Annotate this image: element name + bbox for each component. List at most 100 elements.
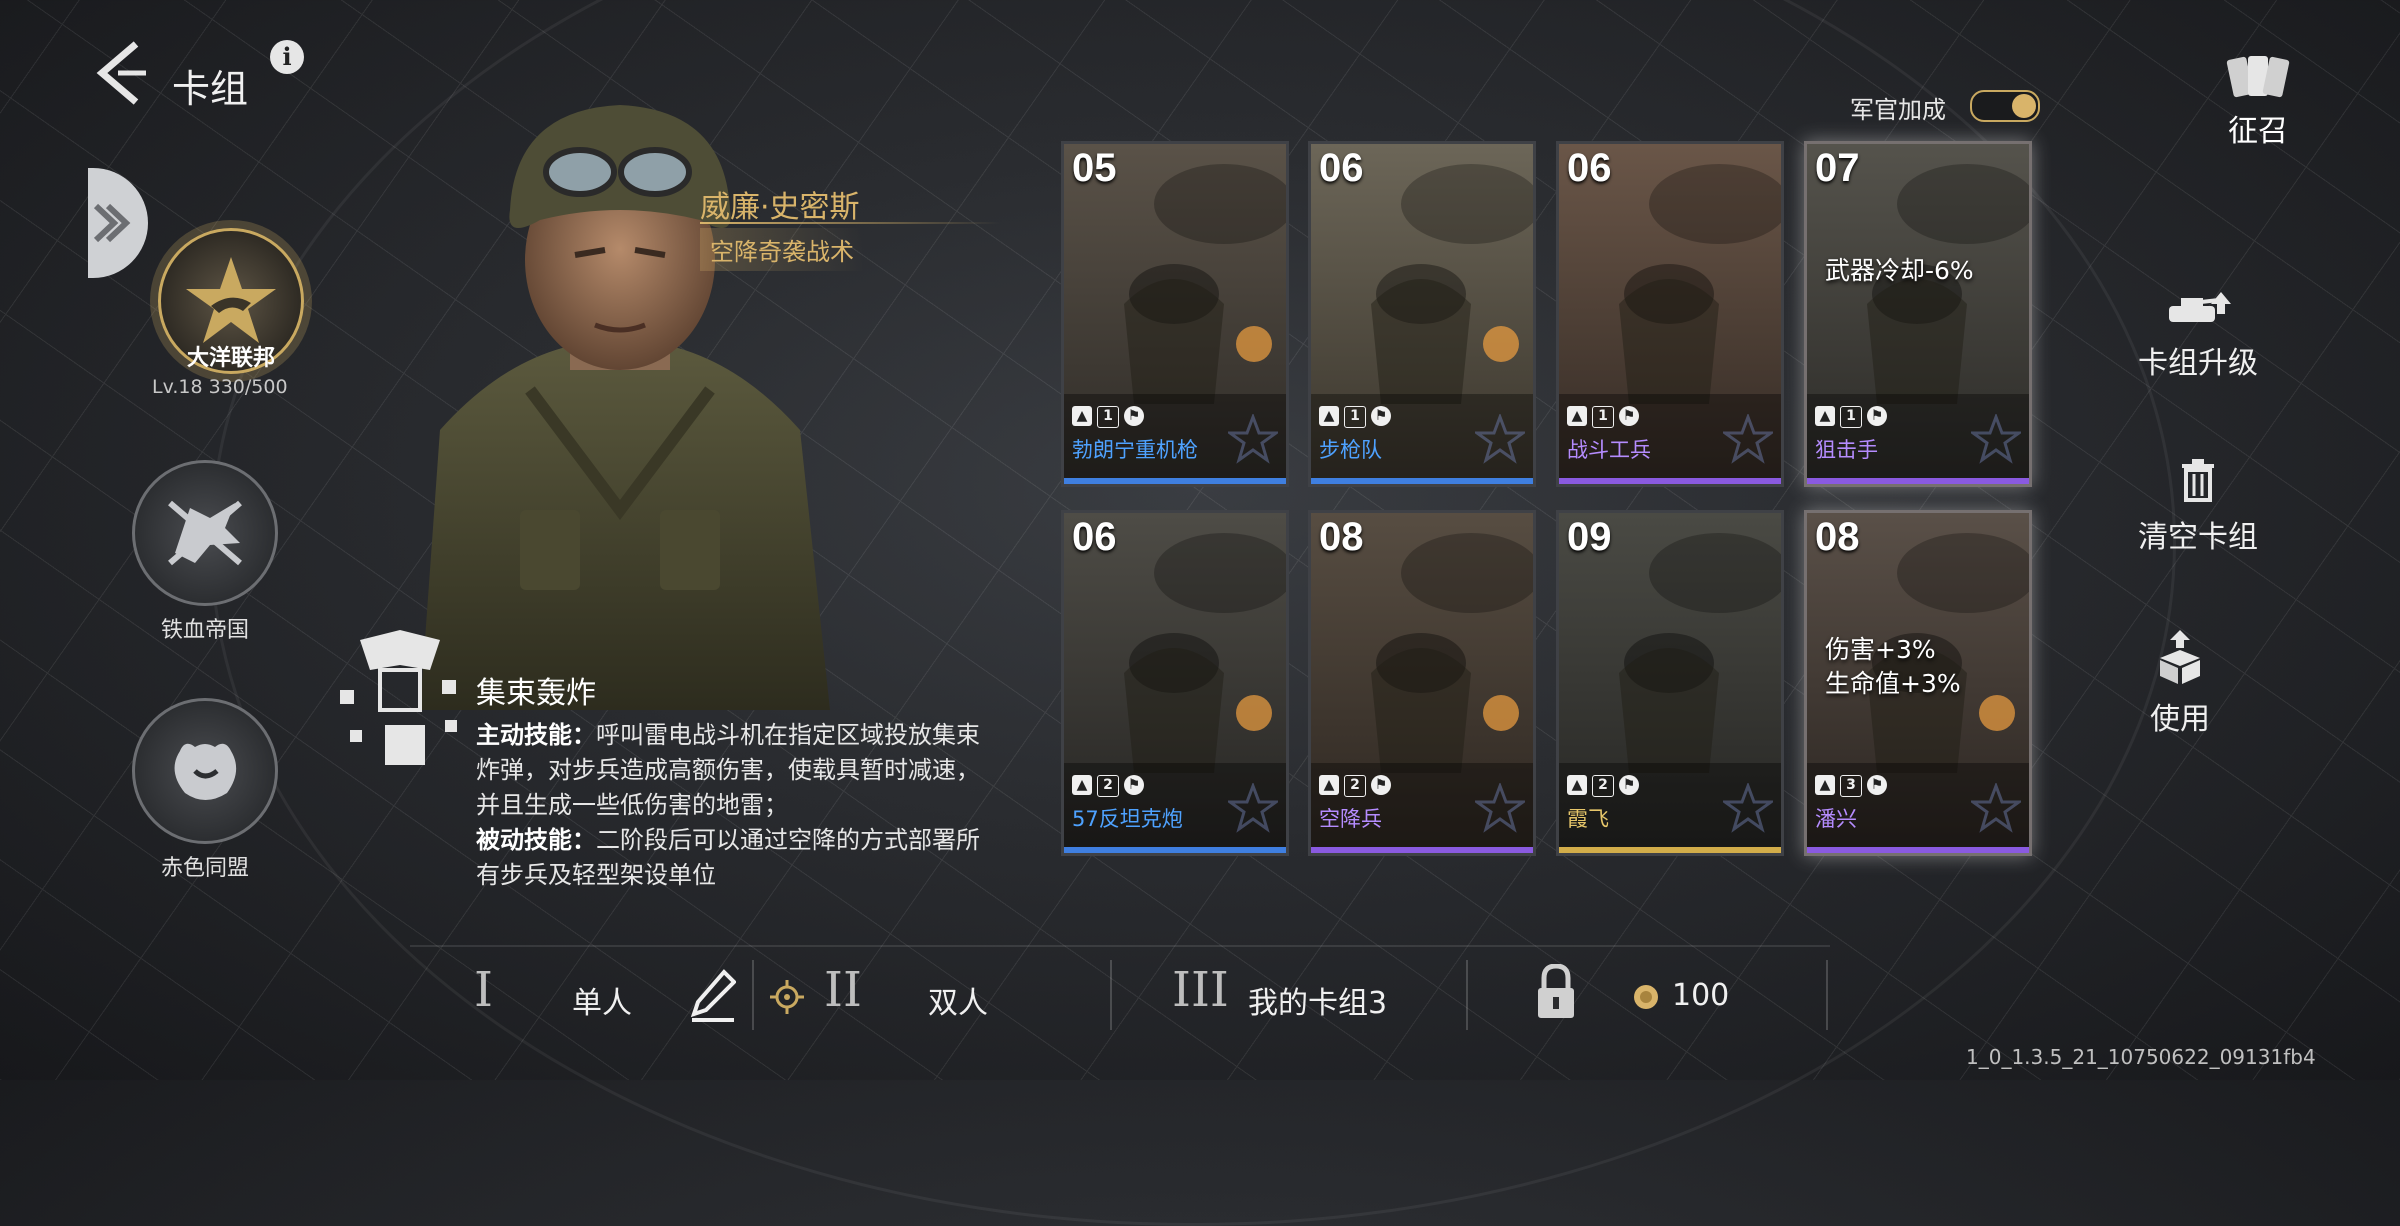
rarity-bar xyxy=(1311,847,1533,853)
deck-slot-1-number: I xyxy=(474,962,493,1018)
recruit-button[interactable]: 征召 xyxy=(2218,52,2298,150)
rarity-bar xyxy=(1559,847,1781,853)
info-icon[interactable]: i xyxy=(270,40,304,74)
deck-slot-1-tab[interactable]: 单人 xyxy=(572,978,632,1022)
unit-count: 1 xyxy=(1344,406,1366,428)
unit-type-icon: ▲ xyxy=(1815,406,1835,426)
faction-star-icon xyxy=(1475,783,1525,833)
faction-star-icon xyxy=(1228,414,1278,464)
unit-cost: 06 xyxy=(1567,146,1612,190)
flag-icon: ⚑ xyxy=(1619,775,1639,795)
unit-count: 2 xyxy=(1344,775,1366,797)
unit-tags: ▲ 1 ⚑ xyxy=(1815,406,1887,428)
deck-upgrade-button[interactable]: 卡组升级 xyxy=(2098,288,2298,382)
officer-bonus-text: 武器冷却-6% xyxy=(1825,256,1974,285)
unit-type-icon: ▲ xyxy=(1567,406,1587,426)
officer-bonus-toggle[interactable] xyxy=(1970,90,2040,122)
separator xyxy=(1110,960,1112,1030)
unit-cost: 08 xyxy=(1815,515,1860,559)
rarity-bar xyxy=(1064,847,1286,853)
passive-skill-label: 被动技能： xyxy=(476,826,596,854)
unit-card[interactable]: 06 ▲ 2 ⚑ 57反坦克炮 xyxy=(1061,510,1289,856)
unit-type-icon: ▲ xyxy=(1072,775,1092,795)
recruit-label: 征召 xyxy=(2228,114,2288,149)
deck-slot-2-number: II xyxy=(824,962,862,1018)
page-title: 卡组 xyxy=(172,67,249,111)
rarity-bar xyxy=(1064,478,1286,484)
rarity-bar xyxy=(1559,478,1781,484)
deck-slot-3-tab[interactable]: 我的卡组3 xyxy=(1248,978,1387,1022)
unit-card[interactable]: 08 ▲ 2 ⚑ 空降兵 xyxy=(1308,510,1536,856)
officer-bonus-text: 伤害+3% 生命值+3% xyxy=(1825,635,1961,698)
faction-red-alliance[interactable]: 赤色同盟 xyxy=(130,698,280,882)
unit-card[interactable]: 07 武器冷却-6% ▲ 1 ⚑ 狙击手 xyxy=(1804,141,2032,487)
unit-count: 2 xyxy=(1097,775,1119,797)
unit-type-icon: ▲ xyxy=(1072,406,1092,426)
faction-iron-blood-empire[interactable]: 铁血帝国 xyxy=(130,460,280,644)
separator xyxy=(1826,960,1828,1030)
currency-amount: 100 xyxy=(1672,978,1730,1013)
unit-name: 57反坦克炮 xyxy=(1072,807,1183,831)
unit-count: 3 xyxy=(1840,775,1862,797)
unit-cost: 08 xyxy=(1319,515,1364,559)
tank-upgrade-icon xyxy=(2169,292,2231,322)
unit-count: 1 xyxy=(1592,406,1614,428)
unit-count: 2 xyxy=(1592,775,1614,797)
rarity-bar xyxy=(1807,847,2029,853)
chevron-right-icon xyxy=(93,203,131,243)
commander-name: 威廉·史密斯 xyxy=(700,190,860,225)
flag-icon: ⚑ xyxy=(1867,406,1887,426)
unit-tags: ▲ 2 ⚑ xyxy=(1319,775,1391,797)
lock-icon[interactable] xyxy=(1536,964,1576,1020)
unit-card[interactable]: 06 ▲ 1 ⚑ 战斗工兵 xyxy=(1556,141,1784,487)
target-icon xyxy=(770,980,804,1014)
unit-tags: ▲ 2 ⚑ xyxy=(1072,775,1144,797)
wolf-emblem-icon xyxy=(132,460,278,606)
unit-type-icon: ▲ xyxy=(1815,775,1835,795)
faction-star-icon xyxy=(1971,414,2021,464)
deck-upgrade-label: 卡组升级 xyxy=(2138,346,2258,381)
cluster-bomb-skill-icon xyxy=(340,630,457,765)
commander-tactic: 空降奇袭战术 xyxy=(700,228,864,271)
use-deck-button[interactable]: 使用 xyxy=(2080,630,2280,738)
unit-card[interactable]: 09 ▲ 2 ⚑ 霞飞 xyxy=(1556,510,1784,856)
unit-count: 1 xyxy=(1097,406,1119,428)
officer-bonus-label: 军官加成 xyxy=(1850,96,1946,124)
unit-type-icon: ▲ xyxy=(1319,406,1339,426)
unit-name: 勃朗宁重机枪 xyxy=(1072,438,1198,462)
flag-icon: ⚑ xyxy=(1124,406,1144,426)
deck-slot-3-number: III xyxy=(1172,962,1229,1018)
unit-card[interactable]: 08 伤害+3% 生命值+3% ▲ 3 ⚑ 潘兴 xyxy=(1804,510,2032,856)
unit-tags: ▲ 1 ⚑ xyxy=(1072,406,1144,428)
faction-ocean-federation[interactable]: 大洋联邦 xyxy=(156,228,306,374)
commander-name-underline xyxy=(700,222,1000,224)
active-skill-label: 主动技能： xyxy=(476,721,596,749)
unit-name: 步枪队 xyxy=(1319,438,1382,462)
unit-tags: ▲ 1 ⚑ xyxy=(1567,406,1639,428)
rarity-bar xyxy=(1807,478,2029,484)
unit-card[interactable]: 06 ▲ 1 ⚑ 步枪队 xyxy=(1308,141,1536,487)
clear-deck-label: 清空卡组 xyxy=(2138,520,2258,555)
back-chevron-icon[interactable] xyxy=(88,38,148,108)
faction-name: 赤色同盟 xyxy=(160,856,249,881)
version-text: 1_0_1.3.5_21_10750622_09131fb4 xyxy=(1966,1045,2316,1069)
separator xyxy=(1466,960,1468,1030)
unit-tags: ▲ 1 ⚑ xyxy=(1319,406,1391,428)
unit-count: 1 xyxy=(1840,406,1862,428)
faction-name: 铁血帝国 xyxy=(160,618,249,643)
clear-deck-button[interactable]: 清空卡组 xyxy=(2098,458,2298,556)
unit-name: 霞飞 xyxy=(1567,807,1609,831)
deck-slot-2-tab[interactable]: 双人 xyxy=(928,978,988,1022)
unit-name: 潘兴 xyxy=(1815,807,1857,831)
rarity-bar xyxy=(1311,478,1533,484)
faction-collapse-toggle[interactable] xyxy=(88,168,148,278)
unit-card[interactable]: 05 ▲ 1 ⚑ 勃朗宁重机枪 xyxy=(1061,141,1289,487)
unit-tags: ▲ 3 ⚑ xyxy=(1815,775,1887,797)
faction-name: 大洋联邦 xyxy=(186,346,275,371)
faction-level: Lv.18 330/500 xyxy=(152,376,288,398)
unit-name: 空降兵 xyxy=(1319,807,1382,831)
skill-name: 集束轰炸 xyxy=(476,676,596,711)
bear-emblem-icon xyxy=(132,698,278,844)
unit-cost: 05 xyxy=(1072,146,1117,190)
rename-pen-icon[interactable] xyxy=(690,968,736,1022)
